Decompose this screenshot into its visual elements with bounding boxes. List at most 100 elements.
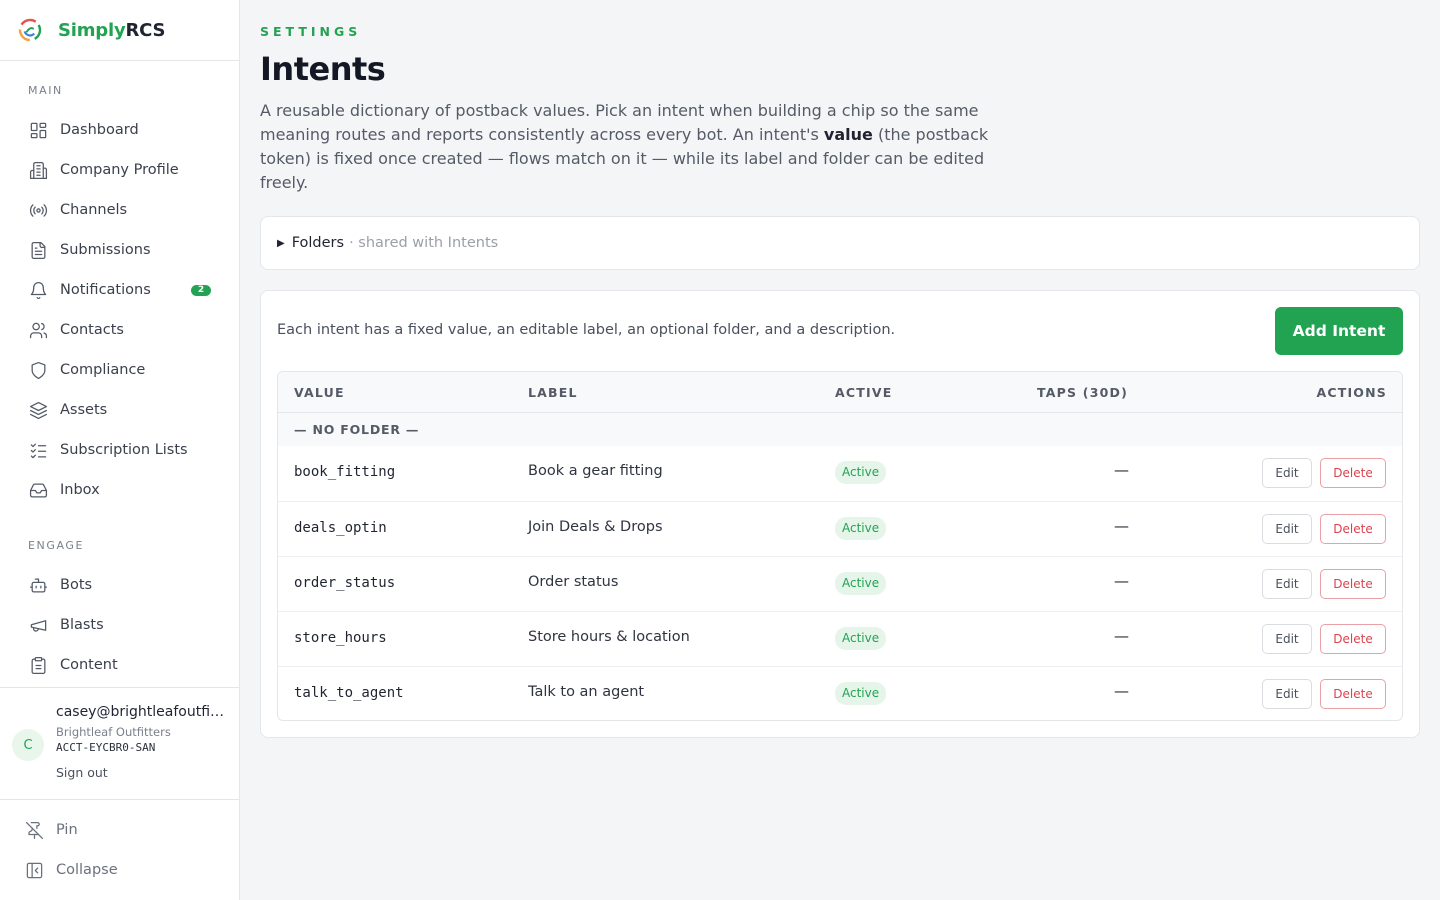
- sign-out-link[interactable]: Sign out: [56, 765, 108, 780]
- folder-group-label: — NO FOLDER —: [294, 422, 420, 437]
- intent-label: Join Deals & Drops: [528, 519, 663, 535]
- delete-button[interactable]: Delete: [1320, 514, 1386, 544]
- folders-subtitle: · shared with Intents: [349, 235, 499, 251]
- shield-icon: [28, 360, 48, 380]
- intent-value: order_status: [294, 575, 396, 591]
- user-account-block: C casey@brightleafoutfitters.com Brightl…: [0, 687, 239, 800]
- page-eyebrow: SETTINGS: [260, 24, 362, 39]
- folder-group-header: — NO FOLDER —: [278, 413, 1402, 446]
- edit-button[interactable]: Edit: [1262, 458, 1312, 488]
- edit-button[interactable]: Edit: [1262, 624, 1312, 654]
- sidebar-item-label: Bots: [60, 577, 93, 593]
- pin-off-icon: [24, 820, 44, 840]
- column-header-taps[interactable]: TAPS (30D): [1037, 385, 1128, 400]
- sidebar-item-assets[interactable]: Assets: [0, 390, 239, 430]
- column-header-active[interactable]: ACTIVE: [835, 385, 892, 400]
- column-header-actions: ACTIONS: [1316, 385, 1387, 400]
- intent-taps: —: [1114, 682, 1129, 700]
- building-icon: [28, 160, 48, 180]
- sidebar-item-notifications[interactable]: Notifications 2: [0, 270, 239, 310]
- page-title: Intents: [260, 50, 386, 88]
- sidebar-item-label: Inbox: [60, 482, 100, 498]
- pin-sidebar-button[interactable]: Pin: [24, 810, 78, 850]
- intent-taps: —: [1114, 572, 1129, 590]
- table-row: talk_to_agent Talk to an agent Active — …: [278, 666, 1402, 720]
- nav-section-engage: ENGAGE: [28, 539, 85, 552]
- sidebar-item-bots[interactable]: Bots: [0, 565, 239, 605]
- status-badge: Active: [835, 572, 887, 595]
- intent-value: deals_optin: [294, 520, 387, 536]
- sidebar-item-channels[interactable]: Channels: [0, 190, 239, 230]
- sidebar-item-compliance[interactable]: Compliance: [0, 350, 239, 390]
- sidebar-item-blasts[interactable]: Blasts: [0, 605, 239, 645]
- intent-taps: —: [1114, 517, 1129, 535]
- sidebar-item-label: Assets: [60, 402, 108, 418]
- notification-count-badge: 2: [191, 285, 211, 296]
- status-badge: Active: [835, 517, 887, 540]
- table-row: deals_optin Join Deals & Drops Active — …: [278, 501, 1402, 556]
- checklist-icon: [28, 440, 48, 460]
- sidebar-item-label: Compliance: [60, 362, 146, 378]
- brand-name: SimplyRCS: [58, 19, 166, 41]
- sidebar-item-subscription-lists[interactable]: Subscription Lists: [0, 430, 239, 470]
- sidebar-item-company-profile[interactable]: Company Profile: [0, 150, 239, 190]
- delete-button[interactable]: Delete: [1320, 679, 1386, 709]
- sidebar-item-submissions[interactable]: Submissions: [0, 230, 239, 270]
- collapse-sidebar-button[interactable]: Collapse: [24, 850, 118, 890]
- sidebar-item-label: Subscription Lists: [60, 442, 188, 458]
- status-badge: Active: [835, 461, 887, 484]
- layers-icon: [28, 400, 48, 420]
- edit-button[interactable]: Edit: [1262, 569, 1312, 599]
- brand-logo-icon: [18, 18, 42, 42]
- panel-collapse-icon: [24, 860, 44, 880]
- disclosure-triangle-icon: ▶: [277, 237, 285, 249]
- intent-label: Talk to an agent: [528, 684, 645, 700]
- account-id: ACCT-EYCBR0-SAN: [56, 741, 156, 754]
- status-badge: Active: [835, 627, 887, 650]
- broadcast-icon: [28, 200, 48, 220]
- column-header-label[interactable]: LABEL: [528, 385, 578, 400]
- avatar[interactable]: C: [12, 729, 44, 761]
- sidebar-item-contacts[interactable]: Contacts: [0, 310, 239, 350]
- sidebar-item-label: Contacts: [60, 322, 124, 338]
- pin-label: Pin: [56, 822, 78, 838]
- delete-button[interactable]: Delete: [1320, 458, 1386, 488]
- intent-label: Order status: [528, 574, 619, 590]
- nav-section-main: MAIN: [28, 84, 63, 97]
- add-intent-button[interactable]: Add Intent: [1275, 307, 1403, 355]
- intents-table: VALUE LABEL ACTIVE TAPS (30D) ACTIONS — …: [277, 371, 1403, 721]
- sidebar-item-inbox[interactable]: Inbox: [0, 470, 239, 510]
- intent-value: talk_to_agent: [294, 685, 404, 701]
- brand[interactable]: SimplyRCS: [0, 0, 239, 61]
- megaphone-icon: [28, 615, 48, 635]
- dashboard-icon: [28, 120, 48, 140]
- sidebar-item-label: Notifications: [60, 282, 151, 298]
- edit-button[interactable]: Edit: [1262, 679, 1312, 709]
- intent-value: store_hours: [294, 630, 387, 646]
- sidebar-item-dashboard[interactable]: Dashboard: [0, 110, 239, 150]
- edit-button[interactable]: Edit: [1262, 514, 1312, 544]
- page-description: A reusable dictionary of postback values…: [260, 101, 989, 192]
- bell-icon: [28, 280, 48, 300]
- table-row: store_hours Store hours & location Activ…: [278, 611, 1402, 666]
- column-header-value[interactable]: VALUE: [294, 385, 345, 400]
- delete-button[interactable]: Delete: [1320, 624, 1386, 654]
- bot-icon: [28, 575, 48, 595]
- intent-taps: —: [1114, 461, 1129, 479]
- clipboard-icon: [28, 655, 48, 675]
- sidebar-item-label: Channels: [60, 202, 128, 218]
- inbox-icon: [28, 480, 48, 500]
- status-badge: Active: [835, 682, 887, 705]
- sidebar-item-label: Content: [60, 657, 118, 673]
- table-row: book_fitting Book a gear fitting Active …: [278, 446, 1402, 501]
- users-icon: [28, 320, 48, 340]
- folders-label: Folders: [291, 235, 345, 251]
- folders-disclosure[interactable]: ▶ Folders · shared with Intents: [260, 216, 1420, 270]
- delete-button[interactable]: Delete: [1320, 569, 1386, 599]
- user-email: casey@brightleafoutfitters.com: [56, 704, 226, 720]
- table-row: order_status Order status Active — Edit …: [278, 556, 1402, 611]
- sidebar-item-label: Blasts: [60, 617, 104, 633]
- sidebar-item-content[interactable]: Content: [0, 645, 239, 685]
- intent-label: Store hours & location: [528, 629, 690, 645]
- table-header: VALUE LABEL ACTIVE TAPS (30D) ACTIONS: [278, 372, 1402, 413]
